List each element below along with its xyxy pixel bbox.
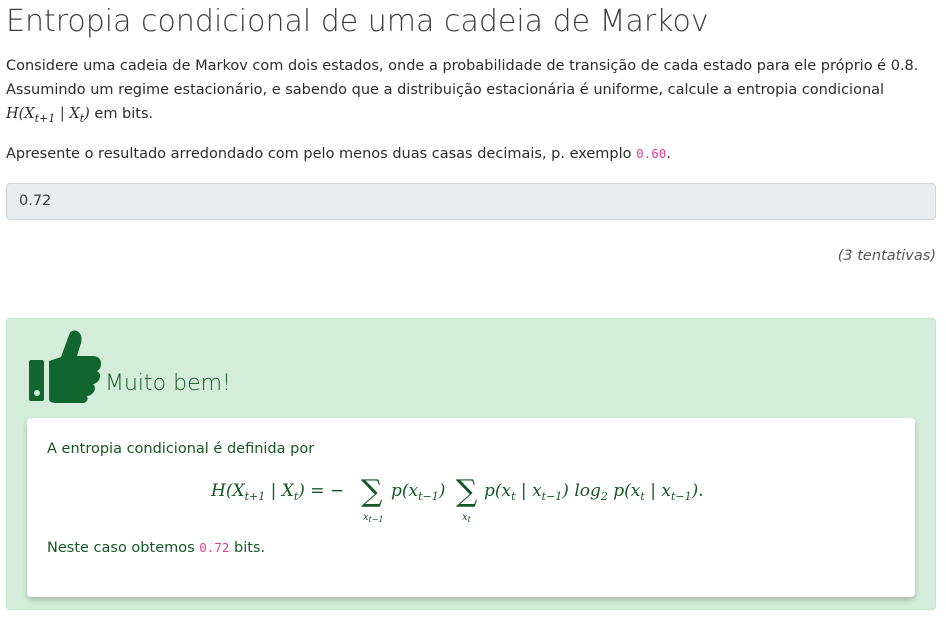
feedback-title: Muito bem! [105,371,231,396]
question-suffix: em bits. [89,106,154,122]
svg-text:p(xt−1): p(xt−1) [391,481,445,503]
page-title: Entropia condicional de uma cadeia de Ma… [6,4,709,39]
question-expression: H(Xt+1 | Xt) [6,106,90,125]
feedback-panel: Muito bem! A entropia condicional é defi… [6,318,936,610]
sum-symbol-2: ∑ [456,474,478,509]
svg-text:H(Xt+1 | Xt) = −: H(Xt+1 | Xt) = − [211,481,344,503]
attempts-label: (3 tentativas) [837,248,936,264]
answer-field[interactable]: 0.72 [6,183,936,220]
example-code: 0.60 [636,146,667,161]
entropy-formula: H(Xt+1 | Xt) = − ∑ xt−1 p(xt−1) ∑ xt p(x… [27,474,915,526]
result-code: 0.72 [199,540,230,555]
result-text: Neste caso obtemos 0.72 bits. [47,540,266,556]
question-text: Considere uma cadeia de Markov com dois … [6,54,936,131]
svg-text:xt: xt [462,512,472,524]
svg-text:xt−1: xt−1 [363,512,384,524]
sum-symbol-1: ∑ [361,474,383,509]
instruction-text: Apresente o resultado arredondado com pe… [6,146,671,162]
explanation-card: A entropia condicional é definida por H(… [27,418,915,597]
thumbs-up-icon [29,330,101,403]
svg-text:p(xt | xt−1) log2 p(xt | xt−1): p(xt | xt−1) log2 p(xt | xt−1). [484,481,704,503]
question-intro: Considere uma cadeia de Markov com dois … [6,58,919,98]
definition-text: A entropia condicional é definida por [47,441,315,457]
